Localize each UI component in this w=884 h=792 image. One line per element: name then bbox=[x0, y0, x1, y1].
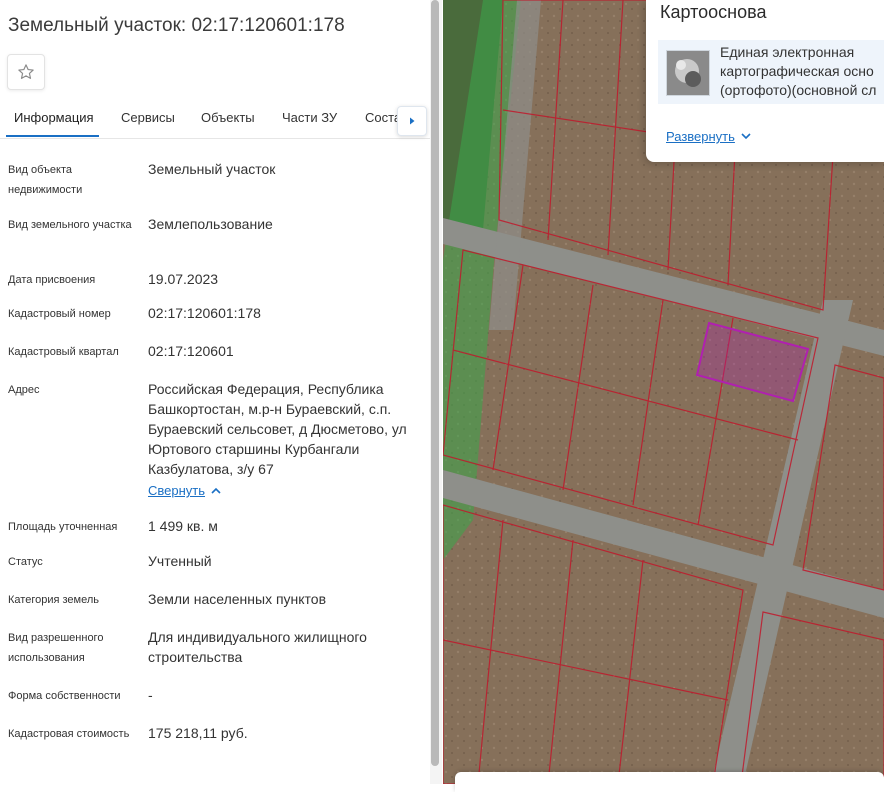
field-value-assigned-date: 19.07.2023 bbox=[148, 271, 219, 287]
field-label-ownership: Форма собственности bbox=[8, 690, 121, 702]
tab-objects[interactable]: Объекты bbox=[201, 110, 255, 125]
field-value-ownership: - bbox=[148, 687, 153, 703]
basemap-option-label: Единая электронная картографическая осно… bbox=[720, 43, 876, 100]
field-label-address: Адрес bbox=[8, 384, 40, 396]
basemap-option-line-1: Единая электронная bbox=[720, 44, 855, 60]
tab-parts[interactable]: Части ЗУ bbox=[282, 110, 337, 125]
map-bottom-card[interactable] bbox=[455, 772, 884, 792]
field-value-parcel-type: Землепользование bbox=[148, 216, 273, 232]
active-tab-indicator bbox=[6, 135, 99, 137]
tab-info[interactable]: Информация bbox=[14, 110, 94, 125]
field-value-cadastral-number: 02:17:120601:178 bbox=[148, 305, 261, 321]
basemap-option-line-2: картографическая осно bbox=[720, 63, 874, 79]
basemap-title: Картооснова bbox=[660, 2, 767, 22]
field-label-status: Статус bbox=[8, 556, 43, 568]
basemap-option-orthophoto[interactable]: Единая электронная картографическая осно… bbox=[658, 40, 884, 104]
tab-services[interactable]: Сервисы bbox=[121, 110, 175, 125]
info-panel: Земельный участок: 02:17:120601:178 Инфо… bbox=[0, 0, 430, 784]
field-value-status: Учтенный bbox=[148, 553, 212, 569]
chevron-down-icon bbox=[741, 133, 751, 140]
chevron-up-icon bbox=[211, 487, 221, 494]
chevron-right-icon bbox=[410, 117, 415, 125]
field-value-permitted-use: Для индивидуального жилищного строительс… bbox=[148, 629, 367, 665]
field-label-permitted-use: Вид разрешенного использования bbox=[8, 632, 104, 664]
basemap-thumbnail bbox=[666, 50, 710, 96]
basemap-panel: Картооснова Единая электронная картограф… bbox=[646, 0, 884, 162]
field-label-area: Площадь уточненная bbox=[8, 521, 118, 533]
panel-scrollbar-thumb[interactable] bbox=[431, 0, 439, 766]
page-title: Земельный участок: 02:17:120601:178 bbox=[8, 15, 345, 36]
tab-bar: Информация Сервисы Объекты Части ЗУ Сост… bbox=[0, 104, 430, 139]
basemap-option-line-3: (ортофото)(основной сл bbox=[720, 82, 877, 98]
favorite-button[interactable] bbox=[7, 54, 45, 90]
field-label-cadastral-quarter: Кадастровый квартал bbox=[8, 346, 119, 358]
field-label-object-type: Вид объекта недвижимости bbox=[8, 164, 83, 196]
field-value-address: Российская Федерация, Республика Башкорт… bbox=[148, 381, 407, 477]
field-label-cadastral-number: Кадастровый номер bbox=[8, 308, 111, 320]
field-label-land-category: Категория земель bbox=[8, 594, 99, 606]
field-value-cadastral-value: 175 218,11 руб. bbox=[148, 725, 248, 741]
field-label-cadastral-value: Кадастровая стоимость bbox=[8, 728, 130, 740]
field-value-area: 1 499 кв. м bbox=[148, 518, 218, 534]
expand-link[interactable]: Развернуть bbox=[666, 129, 751, 144]
expand-link-label: Развернуть bbox=[666, 129, 735, 144]
field-label-assigned-date: Дата присвоения bbox=[8, 274, 96, 286]
field-label-parcel-type: Вид земельного участка bbox=[8, 219, 132, 231]
field-value-object-type: Земельный участок bbox=[148, 161, 276, 177]
star-icon bbox=[18, 64, 34, 79]
collapse-link[interactable]: Свернуть bbox=[148, 483, 221, 498]
tabs-scroll-right-button[interactable] bbox=[397, 106, 427, 136]
field-value-land-category: Земли населенных пунктов bbox=[148, 591, 327, 607]
collapse-link-label: Свернуть bbox=[148, 483, 206, 498]
field-value-cadastral-quarter: 02:17:120601 bbox=[148, 343, 234, 359]
